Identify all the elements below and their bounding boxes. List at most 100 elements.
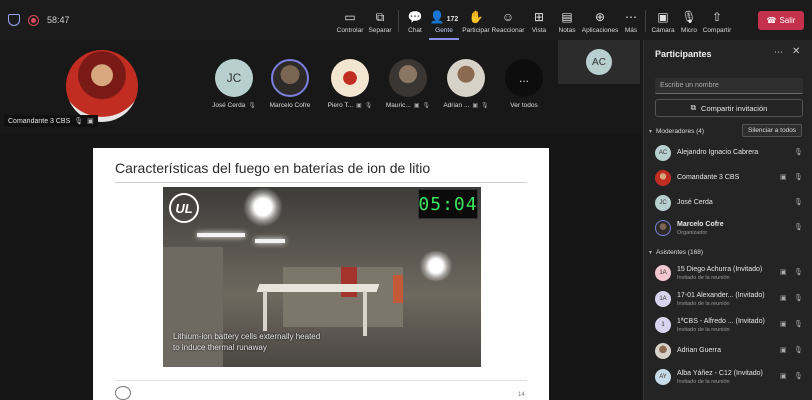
- avatar: JC: [655, 195, 671, 211]
- avatar: AC: [586, 49, 612, 75]
- notes-button[interactable]: ▤ Notas: [555, 0, 579, 40]
- avatar: [655, 220, 671, 236]
- toolbar-actions: ▭ Controlar ⧉ Separar 💬 Chat 👤 172 Gente …: [336, 0, 732, 40]
- participant-tile[interactable]: AC: [558, 40, 640, 84]
- mic-off-icon: 🎙: [794, 321, 803, 328]
- avatar: JC: [215, 59, 253, 97]
- react-button[interactable]: ☺ Reaccionar: [491, 0, 525, 40]
- more-options-icon[interactable]: ⋯: [774, 47, 783, 58]
- present-icon: ▣: [780, 174, 787, 181]
- participant-tile[interactable]: Marcelo Cofre: [267, 59, 313, 109]
- meeting-toolbar: 58:47 ▭ Controlar ⧉ Separar 💬 Chat 👤 172 …: [0, 0, 812, 40]
- participant-row[interactable]: AY Alba Yáñez - C12 (Invitado) Invitado …: [644, 366, 812, 388]
- leave-button[interactable]: ☎ Salir: [758, 11, 804, 30]
- mic-button[interactable]: 🎙 Micro: [678, 0, 700, 40]
- present-icon: ▣: [356, 103, 362, 109]
- avatar: [389, 59, 427, 97]
- video-clock: 05:04: [418, 189, 478, 219]
- share-invite-button[interactable]: ⧉ Compartir invitación: [655, 99, 803, 117]
- notes-icon: ▤: [561, 10, 573, 24]
- participant-row[interactable]: 1A 15 Diego Achurra (Invitado) Invitado …: [644, 262, 812, 284]
- avatar: [655, 170, 671, 186]
- moderators-section-header[interactable]: ▾ Moderadores (4) Silenciar a todos: [644, 124, 812, 138]
- present-icon: ▣: [87, 118, 94, 125]
- raise-hand-icon: ✋: [468, 10, 484, 24]
- red-cabinet: [341, 267, 357, 297]
- participant-row[interactable]: 1A 17-01 Alexander... (Invitado) Invitad…: [644, 288, 812, 310]
- ul-logo: UL: [169, 193, 199, 223]
- mic-off-icon: 🎙: [74, 118, 84, 125]
- slide-divider: [115, 182, 527, 183]
- ceiling-light: [243, 187, 283, 227]
- shared-content-stage: Características del fuego en baterías de…: [0, 134, 643, 400]
- mute-all-button[interactable]: Silenciar a todos: [742, 124, 803, 137]
- present-icon: ▣: [413, 103, 420, 109]
- table-leg: [263, 291, 267, 331]
- chat-button[interactable]: 💬 Chat: [403, 0, 427, 40]
- participant-row[interactable]: 1 1ªCBS - Alfredo ... (Invitado) Invitad…: [644, 314, 812, 336]
- mic-off-icon: 🎙: [248, 103, 256, 109]
- avatar: AC: [655, 145, 671, 161]
- grid-icon: ⊞: [533, 10, 545, 24]
- mic-off-icon: 🎙: [794, 149, 803, 156]
- view-button[interactable]: ⊞ Vista: [527, 0, 551, 40]
- presenter-avatar: [66, 50, 138, 122]
- see-all-button[interactable]: ... Ver todos: [501, 59, 547, 109]
- mic-icon: 🎙: [794, 224, 803, 231]
- emoji-icon: ☺: [501, 10, 515, 24]
- more-icon: ...: [505, 59, 543, 97]
- more-icon: ⋯: [625, 10, 637, 24]
- avatar: 1: [655, 317, 671, 333]
- present-icon: ▣: [780, 295, 787, 302]
- participant-row[interactable]: AC Alejandro Ignacio Cabrera 🎙: [644, 142, 812, 164]
- participant-row[interactable]: Marcelo Cofre Organizador 🎙: [644, 217, 812, 239]
- participant-tile[interactable]: Mauric... ▣ 🎙: [385, 59, 431, 109]
- ceiling-light: [197, 233, 245, 237]
- control-button[interactable]: ▭ Controlar: [336, 0, 364, 40]
- participant-row[interactable]: Comandante 3 CBS ▣ 🎙: [644, 167, 812, 189]
- add-apps-icon: ⊕: [594, 10, 606, 24]
- toolbar-divider: [398, 10, 399, 32]
- presentation-slide: Características del fuego en baterías de…: [93, 148, 549, 400]
- raise-hand-button[interactable]: ✋ Participar: [461, 0, 491, 40]
- people-button[interactable]: 👤 172 Gente: [429, 0, 459, 40]
- table-leg: [363, 291, 367, 336]
- shield-icon[interactable]: [8, 14, 20, 26]
- participant-tile[interactable]: JC José Cerda 🎙: [211, 59, 257, 109]
- participant-tile[interactable]: Piero T... ▣ 🎙: [327, 59, 373, 109]
- camera-button[interactable]: ▣ Cámara: [650, 0, 676, 40]
- people-count: 172: [446, 16, 459, 23]
- panel-title: Participantes: [655, 49, 712, 59]
- avatar: [655, 343, 671, 359]
- avatar: 1A: [655, 265, 671, 281]
- video-caption: Lithium-ion battery cells externally hea…: [173, 332, 321, 352]
- toolbar-left: 58:47: [0, 14, 300, 26]
- popout-button[interactable]: ⧉ Separar: [366, 0, 394, 40]
- avatar: AY: [655, 369, 671, 385]
- recording-icon: [28, 14, 39, 26]
- participant-search-input[interactable]: Escribe un nombre: [655, 78, 803, 94]
- participant-tile[interactable]: Adrian ... ▣ 🎙: [443, 59, 489, 109]
- more-button[interactable]: ⋯ Más: [621, 0, 641, 40]
- mic-off-icon: 🎙: [794, 347, 803, 354]
- chevron-down-icon: ▾: [649, 128, 653, 135]
- participant-row[interactable]: Adrian Guerra ▣ 🎙: [644, 340, 812, 362]
- share-button[interactable]: ⇧ Compartir: [702, 0, 732, 40]
- chevron-down-icon: ▾: [649, 249, 653, 256]
- popout-icon: ⧉: [375, 10, 385, 24]
- close-icon[interactable]: ✕: [792, 46, 800, 57]
- slide-page-number: 14: [518, 392, 525, 398]
- mic-off-icon: 🎙: [794, 199, 803, 206]
- attendees-section-header[interactable]: ▾ Asistentes (168): [644, 245, 812, 259]
- meeting-timer: 58:47: [47, 15, 70, 25]
- apps-button[interactable]: ⊕ Aplicaciones: [581, 0, 619, 40]
- mic-off-icon: 🎙: [481, 103, 489, 109]
- presenter-name-tag: Comandante 3 CBS 🎙 ▣: [4, 115, 98, 127]
- slide-video: UL 05:04 Lithium-ion battery cells exter…: [163, 187, 481, 367]
- participant-strip: Comandante 3 CBS 🎙 ▣ JC José Cerda 🎙 Marc…: [0, 40, 643, 134]
- mic-off-icon: 🎙: [794, 295, 803, 302]
- participant-row[interactable]: JC José Cerda 🎙: [644, 192, 812, 214]
- camera-off-icon: ▣: [657, 10, 669, 24]
- present-icon: ▣: [472, 103, 479, 109]
- present-icon: ▣: [780, 321, 787, 328]
